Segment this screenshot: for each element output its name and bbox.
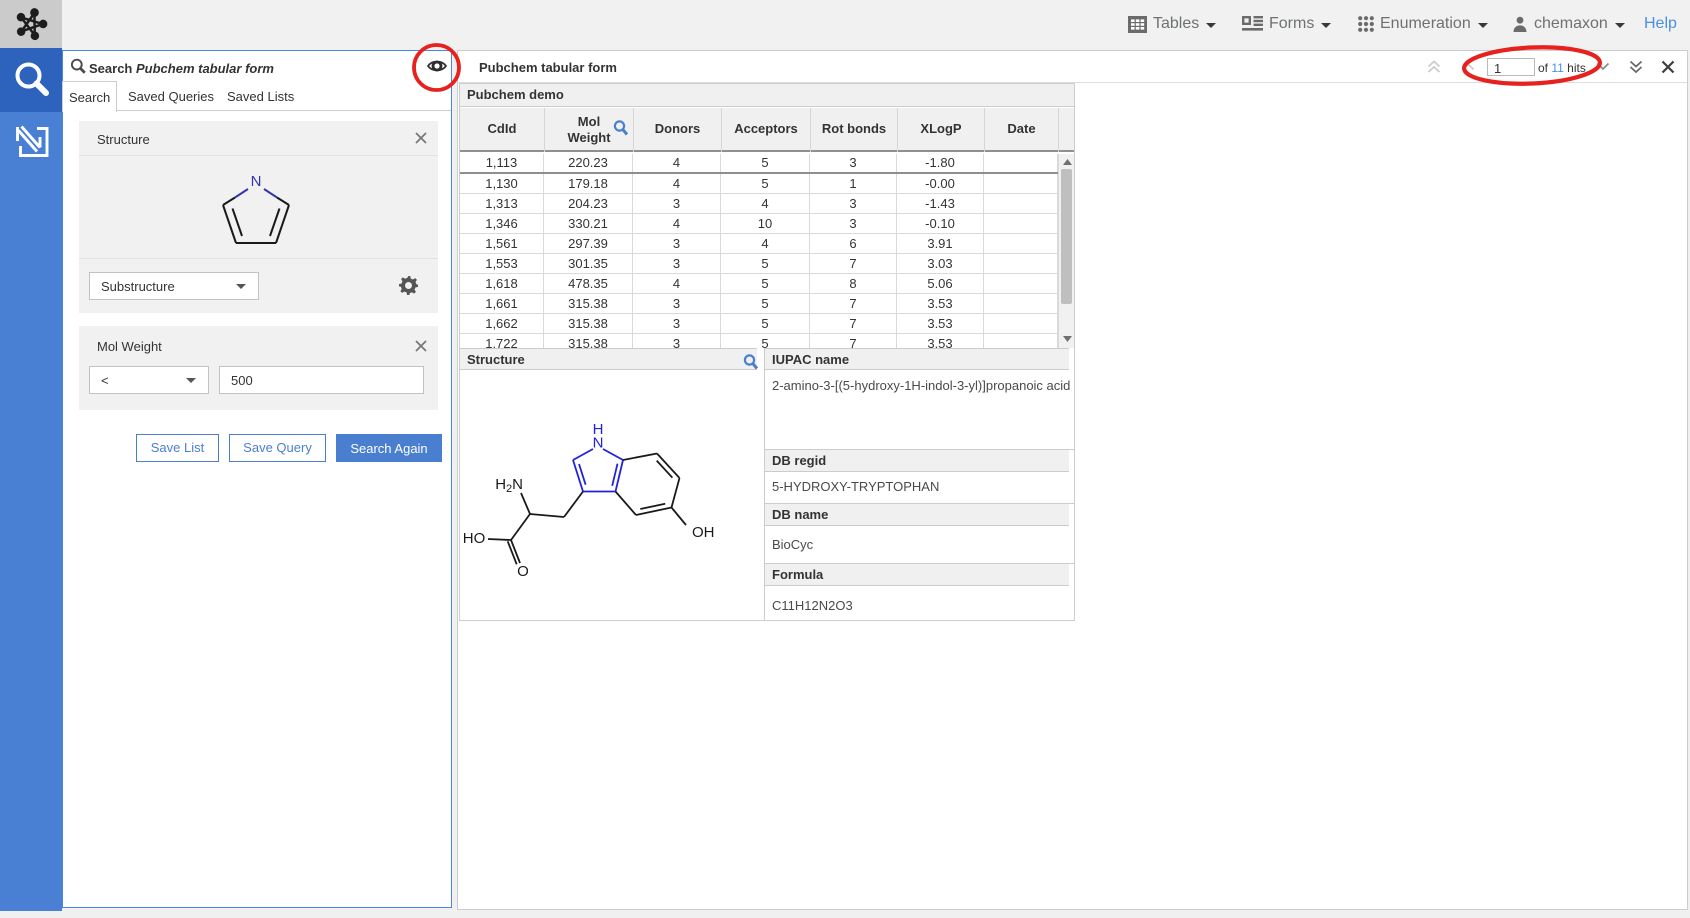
svg-text:O: O (517, 563, 529, 580)
svg-text:OH: OH (692, 524, 715, 541)
svg-text:N: N (593, 435, 604, 452)
svg-text:HO: HO (463, 530, 486, 547)
svg-text:H2N: H2N (495, 476, 523, 495)
svg-text:N: N (251, 173, 262, 190)
